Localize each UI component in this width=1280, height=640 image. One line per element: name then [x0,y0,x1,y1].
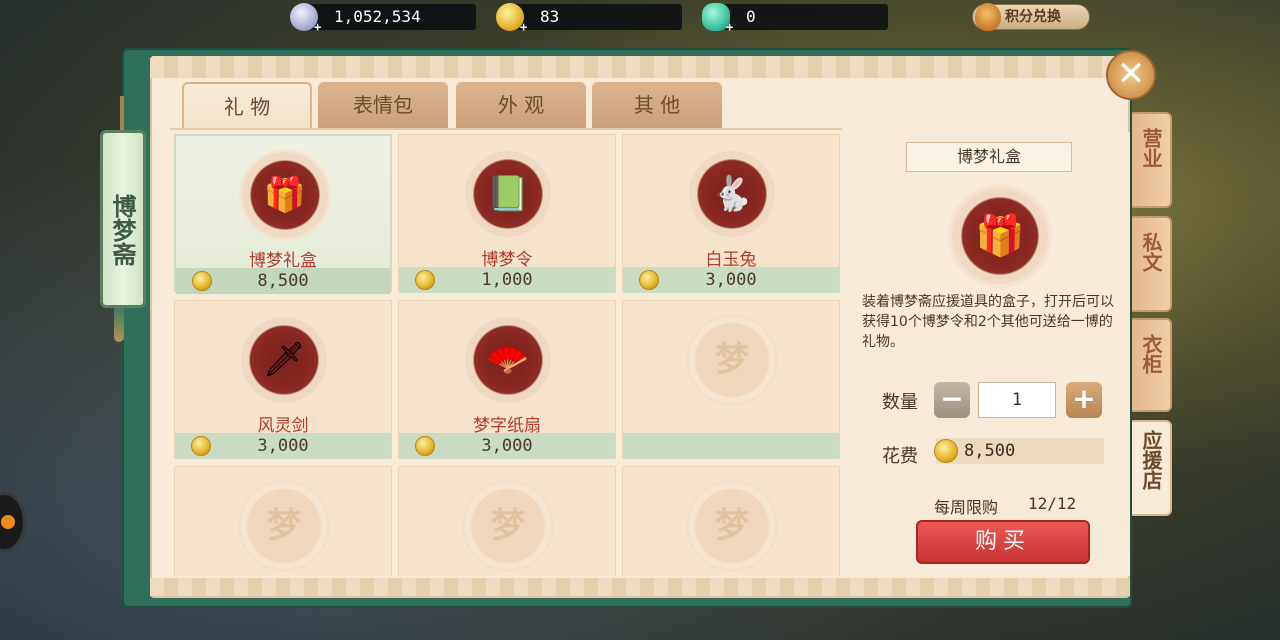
empty-slot-orb: 梦 [689,317,775,403]
item-cell-empty: 梦 [622,300,840,459]
item-cell-wind-sword[interactable]: 🗡 风灵剑 3,000 [174,300,392,459]
item-cell-empty: 梦 [398,466,616,576]
cost-display: 8,500 [934,438,1104,464]
shop-sign: 博梦斋 [100,130,146,308]
detail-title: 博梦礼盒 [906,142,1072,172]
item-cell-empty: 梦 [622,466,840,576]
item-price: 3,000 [481,436,533,456]
dream-emblem-icon: 梦 [715,340,749,380]
dream-emblem-icon: 梦 [715,506,749,546]
add-dream-coin-button[interactable]: + [520,14,527,40]
jade-amount: 0 [746,7,756,26]
coin-icon [934,439,958,463]
points-exchange-label: 积分兑换 [1005,9,1061,25]
wind-sword-orb: 🗡 [241,317,327,403]
price-bar: 1,000 [399,267,615,293]
close-button[interactable]: ✕ [1106,50,1156,100]
side-tab-business[interactable]: 营业 [1132,112,1172,208]
add-silver-button[interactable]: + [314,14,321,40]
tab-other[interactable]: 其 他 [592,82,722,128]
item-price: 8,500 [257,271,309,291]
tab-gifts[interactable]: 礼 物 [182,82,312,128]
gift-box-icon: 🎁 [263,175,307,215]
price-bar: 3,000 [175,433,391,459]
empty-slot-orb: 梦 [689,483,775,569]
notification-dot-icon [1,515,15,529]
empty-slot-orb: 梦 [465,483,551,569]
rabbit-icon: 🐇 [710,174,754,214]
paper-fan-orb: 🪭 [465,317,551,403]
dream-emblem-icon: 梦 [267,506,301,546]
tab-divider [170,128,842,130]
quantity-input[interactable]: 1 [978,382,1056,418]
item-price: 3,000 [257,436,309,456]
jade-rabbit-orb: 🐇 [689,151,775,237]
side-tab-business-label: 营业 [1139,128,1163,168]
quantity-decrease-button[interactable]: − [934,382,970,418]
fan-icon: 🪭 [486,340,530,380]
silver-amount: 1,052,534 [334,7,421,26]
silver-currency: + 1,052,534 [290,3,476,34]
detail-item-orb: 🎁 [952,188,1048,284]
quantity-label: 数量 [882,392,918,413]
sword-icon: 🗡 [262,340,306,380]
price-bar [623,433,839,459]
item-cell-paper-fan[interactable]: 🪭 梦字纸扇 3,000 [398,300,616,459]
empty-slot-orb: 梦 [241,483,327,569]
item-grid: 🎁 博梦礼盒 8,500 📗 博梦令 1,000 🐇 白玉兔 3,000 🗡 风… [172,132,842,576]
price-bar: 8,500 [176,268,390,294]
item-price: 3,000 [705,270,757,290]
item-detail-panel: 博梦礼盒 🎁 装着博梦斋应援道具的盒子，打开后可以获得10个博梦令和2个其他可送… [848,132,1130,576]
dream-token-orb: 📗 [465,151,551,237]
item-price: 1,000 [481,270,533,290]
tab-appearance[interactable]: 外 观 [456,82,586,128]
item-cell-gift-box[interactable]: 🎁 博梦礼盒 8,500 [174,134,392,294]
weekly-limit-value: 12/12 [1028,494,1077,513]
cost-label: 花费 [882,446,918,467]
item-cell-empty: 梦 [174,466,392,576]
cost-value: 8,500 [964,441,1016,461]
detail-description: 装着博梦斋应援道具的盒子，打开后可以获得10个博梦令和2个其他可送给一博的礼物。 [862,294,1114,350]
side-tab-support-shop[interactable]: 应援店 [1132,420,1172,516]
buy-button[interactable]: 购买 [916,520,1090,564]
side-tab-letters-label: 私文 [1139,232,1163,272]
add-jade-button[interactable]: + [726,14,733,40]
weekly-limit-label: 每周限购 [934,498,999,517]
tab-emoji-packs[interactable]: 表情包 [318,82,448,128]
item-cell-jade-rabbit[interactable]: 🐇 白玉兔 3,000 [622,134,840,293]
panel-bottom-trim [150,578,1130,596]
jade-currency: + 0 [702,3,888,34]
dream-coin-amount: 83 [540,7,560,26]
sign-tassel [114,308,124,342]
close-icon: ✕ [1116,54,1146,94]
points-exchange-button[interactable]: 积分兑换 [972,3,1090,31]
gift-box-orb: 🎁 [242,152,328,238]
panel-top-trim [150,56,1130,78]
gift-box-icon: 🎁 [975,213,1025,259]
side-tab-wardrobe[interactable]: 衣柜 [1132,318,1172,412]
side-tab-wardrobe-label: 衣柜 [1139,334,1163,374]
dream-emblem-icon: 梦 [491,506,525,546]
money-bag-icon [975,3,1001,31]
quantity-increase-button[interactable]: + [1066,382,1102,418]
price-bar: 3,000 [623,267,839,293]
dream-coin-currency: + 83 [496,3,682,34]
item-cell-dream-token[interactable]: 📗 博梦令 1,000 [398,134,616,293]
sign-string [120,96,124,132]
side-tab-letters[interactable]: 私文 [1132,216,1172,312]
price-bar: 3,000 [399,433,615,459]
dream-token-icon: 📗 [486,174,530,214]
side-tab-support-shop-label: 应援店 [1139,430,1163,490]
